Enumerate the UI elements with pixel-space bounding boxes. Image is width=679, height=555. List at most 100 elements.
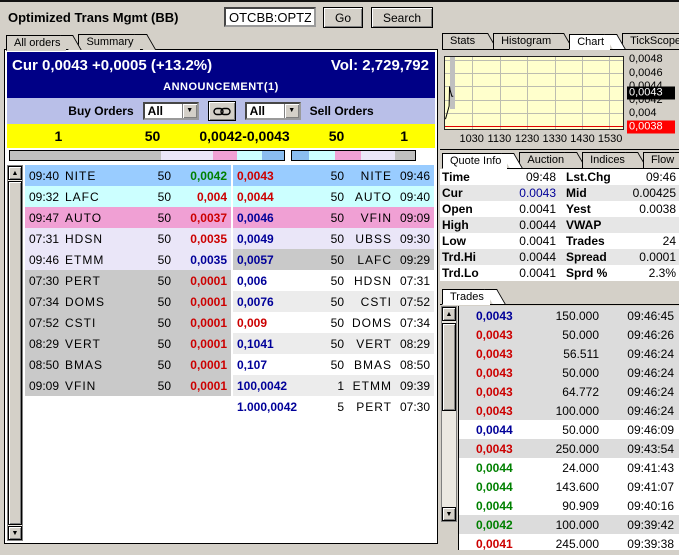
buy-time: 07:30 xyxy=(25,274,59,288)
trade-row[interactable]: 0,0043 100.000 09:46:24 xyxy=(459,401,679,420)
search-button[interactable]: Search xyxy=(371,7,433,28)
order-book-row[interactable]: 09:32 LAFC 50 0,004 0,0044 50 AUTO 09:40 xyxy=(25,186,435,207)
trade-row[interactable]: 0,0043 50.000 09:46:26 xyxy=(459,325,679,344)
sell-size: 1 xyxy=(303,379,344,393)
sell-filter-select[interactable]: All ▼ xyxy=(245,102,301,120)
sell-side-cell[interactable]: 1.000,0042 5 PERT 07:30 xyxy=(233,396,434,417)
sell-side-cell[interactable]: 0,006 50 HDSN 07:31 xyxy=(233,270,434,291)
trade-row[interactable]: 0,0043 64.772 09:46:24 xyxy=(459,382,679,401)
sell-market-maker: DOMS xyxy=(344,316,392,330)
chart-tab-bar: Stats Histogram Chart TickScope xyxy=(442,33,679,50)
scroll-up-icon[interactable]: ▲ xyxy=(442,307,456,321)
order-book-row[interactable]: 1.000,0042 5 PERT 07:30 xyxy=(25,396,435,417)
buy-market-maker: PERT xyxy=(59,274,111,288)
trade-row[interactable]: 0,0041 245.000 09:39:38 xyxy=(459,534,679,550)
trade-row[interactable]: 0,0043 56.511 09:46:24 xyxy=(459,344,679,363)
scrollbar-thumb[interactable] xyxy=(442,323,456,411)
sell-size-total: 50 xyxy=(294,128,380,144)
order-book-row[interactable]: 07:52 CSTI 50 0,0001 0,009 50 DOMS 07:34 xyxy=(25,312,435,333)
buy-market-maker: ETMM xyxy=(59,253,111,267)
orderbook-scrollbar[interactable]: ▲ ▼ xyxy=(7,165,23,541)
buy-side-cell[interactable]: 09:32 LAFC 50 0,004 xyxy=(25,186,231,207)
tab-chart[interactable]: Chart xyxy=(569,34,610,50)
quote-value: 0.0044 xyxy=(492,250,556,264)
buy-size: 50 xyxy=(111,295,171,309)
tab-all-orders[interactable]: All orders xyxy=(6,35,66,51)
sell-side-cell[interactable]: 0,107 50 BMAS 08:50 xyxy=(233,354,434,375)
trade-row[interactable]: 0,0042 100.000 09:39:42 xyxy=(459,515,679,534)
sell-side-cell[interactable]: 0,009 50 DOMS 07:34 xyxy=(233,312,434,333)
buy-side-cell[interactable]: 08:50 BMAS 50 0,0001 xyxy=(25,354,231,375)
buy-side-cell[interactable] xyxy=(25,396,231,417)
tab-indices[interactable]: Indices xyxy=(582,152,631,168)
sell-side-cell[interactable]: 0,1041 50 VERT 08:29 xyxy=(233,333,434,354)
order-book-row[interactable]: 08:29 VERT 50 0,0001 0,1041 50 VERT 08:2… xyxy=(25,333,435,354)
buy-side-cell[interactable]: 08:29 VERT 50 0,0001 xyxy=(25,333,231,354)
buy-side-cell[interactable]: 07:52 CSTI 50 0,0001 xyxy=(25,312,231,333)
sell-side-cell[interactable]: 0,0049 50 UBSS 09:30 xyxy=(233,228,434,249)
depth-segment xyxy=(237,151,262,160)
announcement-banner[interactable]: ANNOUNCEMENT(1) xyxy=(7,79,435,98)
scroll-up-icon[interactable]: ▲ xyxy=(8,166,22,180)
tab-stats[interactable]: Stats xyxy=(442,33,481,49)
trade-time: 09:46:24 xyxy=(599,366,679,380)
tab-summary[interactable]: Summary xyxy=(78,34,139,50)
tab-flow[interactable]: Flow xyxy=(643,152,679,168)
tab-quote-info[interactable]: Quote Info xyxy=(442,153,507,169)
sell-side-cell[interactable]: 0,0076 50 CSTI 07:52 xyxy=(233,291,434,312)
symbol-input[interactable] xyxy=(224,7,316,27)
tab-histogram[interactable]: Histogram xyxy=(493,33,557,49)
go-button[interactable]: Go xyxy=(323,7,363,28)
order-book-row[interactable]: 07:31 HDSN 50 0,0035 0,0049 50 UBSS 09:3… xyxy=(25,228,435,249)
trade-price: 0,0043 xyxy=(459,328,521,342)
scrollbar-thumb[interactable] xyxy=(8,181,22,525)
sell-market-maker: ETMM xyxy=(344,379,392,393)
chevron-down-icon[interactable]: ▼ xyxy=(284,104,299,118)
tab-auction[interactable]: Auction xyxy=(519,152,570,168)
trade-row[interactable]: 0,0044 90.909 09:40:16 xyxy=(459,496,679,515)
trade-row[interactable]: 0,0044 24.000 09:41:43 xyxy=(459,458,679,477)
buy-side-cell[interactable]: 09:09 VFIN 50 0,0001 xyxy=(25,375,231,396)
trades-scrollbar[interactable]: ▲ ▼ xyxy=(441,306,457,522)
sell-market-maker: UBSS xyxy=(344,232,392,246)
sell-side-cell[interactable]: 0,0057 50 LAFC 09:29 xyxy=(233,249,434,270)
buy-filter-select[interactable]: All ▼ xyxy=(143,102,199,120)
order-book-row[interactable]: 07:34 DOMS 50 0,0001 0,0076 50 CSTI 07:5… xyxy=(25,291,435,312)
trade-row[interactable]: 0,0043 250.000 09:43:54 xyxy=(459,439,679,458)
sell-side-cell[interactable]: 0,0044 50 AUTO 09:40 xyxy=(233,186,434,207)
sell-side-cell[interactable]: 100,0042 1 ETMM 09:39 xyxy=(233,375,434,396)
buy-side-cell[interactable]: 07:31 HDSN 50 0,0035 xyxy=(25,228,231,249)
order-book-row[interactable]: 09:47 AUTO 50 0,0037 0,0046 50 VFIN 09:0… xyxy=(25,207,435,228)
quote-value: 09:48 xyxy=(492,170,556,184)
order-book-row[interactable]: 09:46 ETMM 50 0,0035 0,0057 50 LAFC 09:2… xyxy=(25,249,435,270)
tab-tickscope[interactable]: TickScope xyxy=(622,33,679,49)
buy-side-cell[interactable]: 07:34 DOMS 50 0,0001 xyxy=(25,291,231,312)
sell-side-cell[interactable]: 0,0043 50 NITE 09:46 xyxy=(233,165,434,186)
trades-tab-bar: Trades xyxy=(442,287,679,304)
order-book-row[interactable]: 07:30 PERT 50 0,0001 0,006 50 HDSN 07:31 xyxy=(25,270,435,291)
sell-side-cell[interactable]: 0,0046 50 VFIN 09:09 xyxy=(233,207,434,228)
sell-market-maker: VERT xyxy=(344,337,392,351)
scroll-down-icon[interactable]: ▼ xyxy=(442,507,456,521)
order-book-row[interactable]: 08:50 BMAS 50 0,0001 0,107 50 BMAS 08:50 xyxy=(25,354,435,375)
chevron-down-icon[interactable]: ▼ xyxy=(182,104,197,118)
quote-value: 0.0001 xyxy=(618,250,679,264)
trade-row[interactable]: 0,0044 143.600 09:41:07 xyxy=(459,477,679,496)
trade-size: 24.000 xyxy=(521,461,599,475)
trade-row[interactable]: 0,0044 50.000 09:46:09 xyxy=(459,420,679,439)
buy-side-cell[interactable]: 09:46 ETMM 50 0,0035 xyxy=(25,249,231,270)
buy-side-cell[interactable]: 09:47 AUTO 50 0,0037 xyxy=(25,207,231,228)
link-filters-button[interactable] xyxy=(208,101,236,121)
order-book-row[interactable]: 09:40 NITE 50 0,0042 0,0043 50 NITE 09:4… xyxy=(25,165,435,186)
buy-side-cell[interactable]: 07:30 PERT 50 0,0001 xyxy=(25,270,231,291)
order-book-row[interactable]: 09:09 VFIN 50 0,0001 100,0042 1 ETMM 09:… xyxy=(25,375,435,396)
trade-time: 09:46:24 xyxy=(599,385,679,399)
scroll-down-icon[interactable]: ▼ xyxy=(8,526,22,540)
xtick: 1030 xyxy=(459,133,483,145)
buy-market-maker: CSTI xyxy=(59,316,111,330)
sell-price: 100,0042 xyxy=(233,379,303,393)
tab-trades[interactable]: Trades xyxy=(442,289,490,305)
trade-row[interactable]: 0,0043 50.000 09:46:24 xyxy=(459,363,679,382)
trade-row[interactable]: 0,0043 150.000 09:46:45 xyxy=(459,306,679,325)
buy-side-cell[interactable]: 09:40 NITE 50 0,0042 xyxy=(25,165,231,186)
